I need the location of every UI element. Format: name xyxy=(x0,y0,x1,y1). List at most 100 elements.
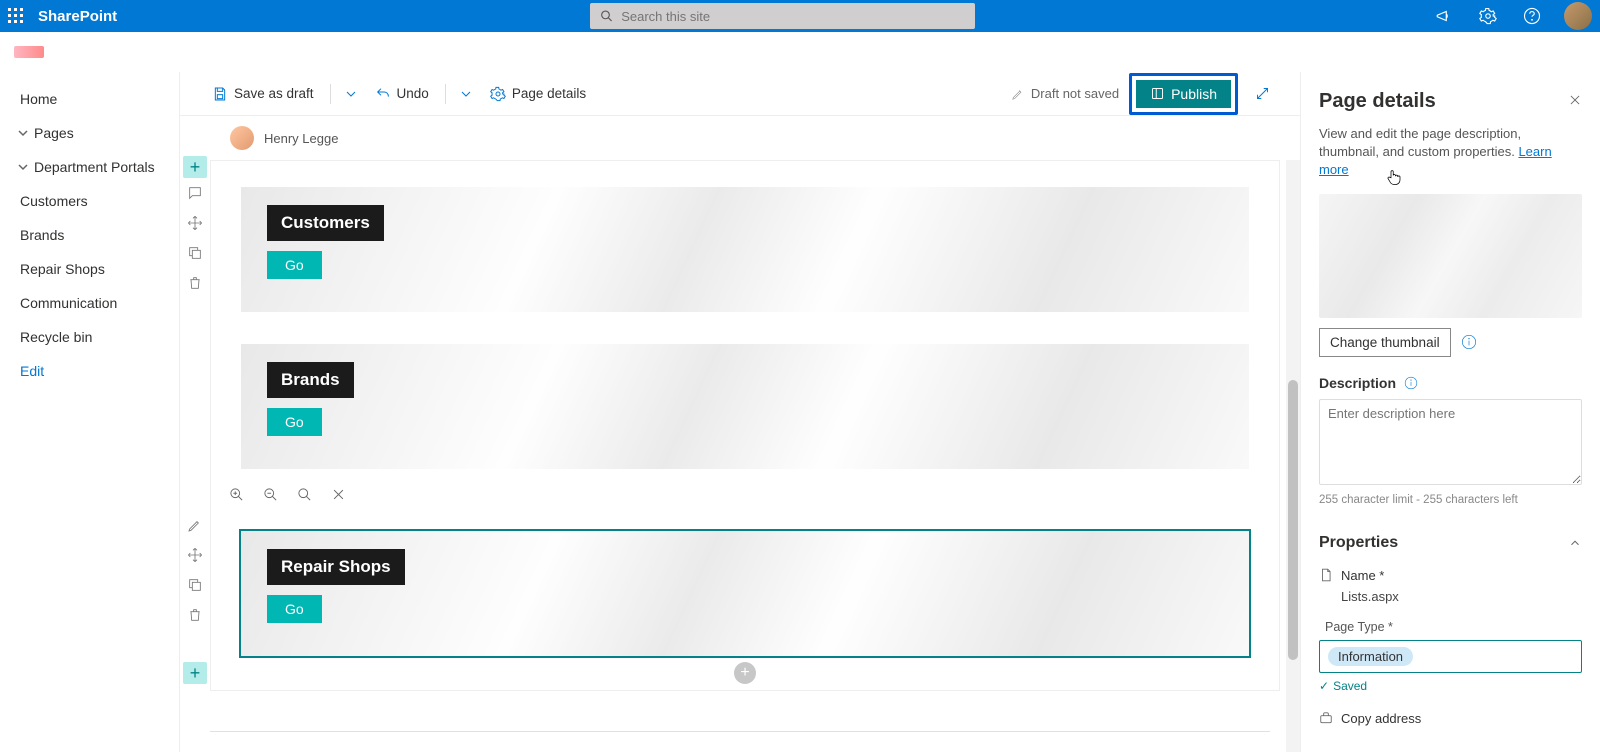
nav-label: Communication xyxy=(20,295,117,311)
nav-pages[interactable]: Pages xyxy=(0,116,179,150)
nav-recycle-bin[interactable]: Recycle bin xyxy=(0,320,179,354)
nav-brands[interactable]: Brands xyxy=(0,218,179,252)
hero-cta-button[interactable]: Go xyxy=(267,595,322,623)
nav-label: Customers xyxy=(20,193,88,209)
site-header xyxy=(0,32,1600,72)
details-description: View and edit the page description, thum… xyxy=(1319,125,1582,180)
suite-bar: SharePoint xyxy=(0,0,1600,32)
chevron-down-icon xyxy=(18,159,28,175)
suite-bar-right xyxy=(1432,2,1600,30)
copy-icon[interactable] xyxy=(184,574,206,596)
site-logo[interactable] xyxy=(14,46,44,58)
page-details-button[interactable]: Page details xyxy=(482,80,594,108)
nav-customers[interactable]: Customers xyxy=(0,184,179,218)
nav-repair-shops[interactable]: Repair Shops xyxy=(0,252,179,286)
nav-label: Home xyxy=(20,91,57,107)
details-header: Page details xyxy=(1319,90,1582,113)
publish-button[interactable]: Publish xyxy=(1136,80,1231,108)
info-icon[interactable] xyxy=(1461,334,1477,350)
chevron-down-icon xyxy=(458,86,474,102)
copy-address-row[interactable]: Copy address xyxy=(1319,711,1582,726)
undo-chevron[interactable] xyxy=(454,80,478,108)
nav-label: Department Portals xyxy=(34,159,155,175)
saved-label: Saved xyxy=(1333,679,1367,693)
close-icon[interactable] xyxy=(327,483,349,505)
cmd-label: Undo xyxy=(397,86,429,101)
close-panel-button[interactable] xyxy=(1568,93,1582,110)
chevron-up-icon xyxy=(1568,536,1582,550)
edit-icon[interactable] xyxy=(184,514,206,536)
hero-cta-button[interactable]: Go xyxy=(267,251,322,279)
comment-icon[interactable] xyxy=(184,182,206,204)
nav-label: Pages xyxy=(34,125,74,141)
copy-icon[interactable] xyxy=(184,242,206,264)
brand-label[interactable]: SharePoint xyxy=(38,8,117,25)
scrollbar-thumb[interactable] xyxy=(1288,380,1298,660)
page-type-field[interactable]: Information xyxy=(1319,640,1582,673)
section-wrapper: + Customers Go Brands Go xyxy=(180,160,1300,691)
hero-customers[interactable]: Customers Go xyxy=(241,187,1249,312)
change-thumbnail-button[interactable]: Change thumbnail xyxy=(1319,328,1451,357)
description-textarea[interactable] xyxy=(1319,399,1582,485)
add-section-button[interactable]: + xyxy=(183,662,207,684)
nav-department-portals[interactable]: Department Portals xyxy=(0,150,179,184)
move-icon[interactable] xyxy=(184,544,206,566)
publish-highlight-frame: Publish xyxy=(1129,73,1238,115)
hero-repair-shops[interactable]: Repair Shops Go xyxy=(241,531,1249,656)
save-draft-chevron[interactable] xyxy=(339,80,363,108)
move-icon[interactable] xyxy=(184,212,206,234)
webpart-mini-toolbar xyxy=(217,479,1225,509)
separator xyxy=(445,84,446,104)
page-details-panel: Page details View and edit the page desc… xyxy=(1300,72,1600,752)
delete-icon[interactable] xyxy=(184,604,206,626)
undo-icon xyxy=(375,86,391,102)
help-icon[interactable] xyxy=(1520,4,1544,28)
zoom-in-icon[interactable] xyxy=(225,483,247,505)
zoom-out-icon[interactable] xyxy=(259,483,281,505)
chevron-down-icon xyxy=(18,125,28,141)
thumbnail-preview xyxy=(1319,194,1582,318)
hero-brands[interactable]: Brands Go xyxy=(241,344,1249,469)
author-row: Henry Legge xyxy=(180,116,1300,160)
expand-button[interactable] xyxy=(1248,80,1276,108)
saved-indicator: Saved xyxy=(1319,679,1582,693)
properties-toggle[interactable]: Properties xyxy=(1319,534,1582,552)
properties-label: Properties xyxy=(1319,534,1398,552)
prop-name-row: Name * xyxy=(1319,568,1582,583)
gear-icon xyxy=(490,86,506,102)
content-scroll[interactable]: Henry Legge + Customers Go Brand xyxy=(180,116,1300,752)
search-field[interactable] xyxy=(621,9,965,24)
gear-icon[interactable] xyxy=(1476,4,1500,28)
link-icon xyxy=(1319,711,1333,725)
thumbnail-controls: Change thumbnail xyxy=(1319,328,1582,357)
nav-home[interactable]: Home xyxy=(0,82,179,116)
pencil-icon xyxy=(1011,87,1025,101)
publish-icon xyxy=(1150,86,1165,101)
delete-icon[interactable] xyxy=(184,272,206,294)
zoom-fit-icon[interactable] xyxy=(293,483,315,505)
page-type-label: Page Type * xyxy=(1325,620,1582,634)
author-name: Henry Legge xyxy=(264,131,338,146)
scrollbar-track[interactable] xyxy=(1286,160,1300,752)
add-webpart-button[interactable]: + xyxy=(734,662,756,684)
nav-communication[interactable]: Communication xyxy=(0,286,179,320)
hero-title: Repair Shops xyxy=(267,549,405,585)
save-draft-button[interactable]: Save as draft xyxy=(204,80,322,108)
add-section-button[interactable]: + xyxy=(183,156,207,178)
app-launcher-icon[interactable] xyxy=(0,0,32,32)
webpart-side-toolbar xyxy=(184,514,206,626)
undo-button[interactable]: Undo xyxy=(367,80,437,108)
megaphone-icon[interactable] xyxy=(1432,4,1456,28)
search-icon xyxy=(600,9,613,23)
author-avatar[interactable] xyxy=(230,126,254,150)
nav-edit[interactable]: Edit xyxy=(0,354,179,388)
nav-label: Recycle bin xyxy=(20,329,92,345)
desc-text: View and edit the page description, thum… xyxy=(1319,126,1521,159)
prop-name-value[interactable]: Lists.aspx xyxy=(1341,589,1582,604)
info-icon[interactable] xyxy=(1404,376,1418,390)
hero-cta-button[interactable]: Go xyxy=(267,408,322,436)
search-input[interactable] xyxy=(590,3,975,29)
user-avatar[interactable] xyxy=(1564,2,1592,30)
cmd-label: Publish xyxy=(1171,86,1217,102)
description-label-row: Description xyxy=(1319,375,1582,391)
